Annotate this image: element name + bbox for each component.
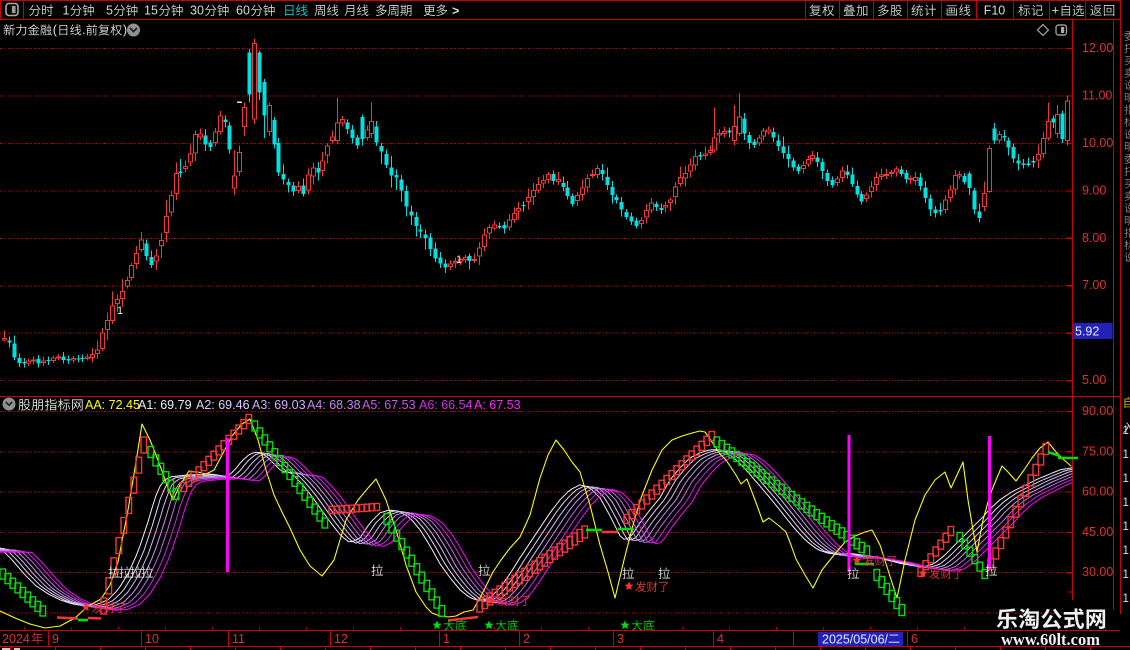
svg-text:A3: 69.03: A3: 69.03 [252, 398, 306, 412]
svg-text:1: 1 [443, 632, 450, 646]
svg-text:1: 1 [1123, 425, 1129, 437]
svg-text:8.00: 8.00 [1082, 231, 1106, 245]
svg-text:AA: 72.45: AA: 72.45 [85, 398, 140, 412]
svg-text:12: 12 [334, 632, 348, 646]
svg-text:.: . [82, 23, 85, 37]
svg-text:1: 1 [456, 254, 462, 266]
svg-text:A4: 68.38: A4: 68.38 [307, 398, 361, 412]
svg-text:12.00: 12.00 [1082, 41, 1113, 55]
svg-text:9.00: 9.00 [1082, 183, 1106, 197]
svg-text:A1: 69.79: A1: 69.79 [138, 398, 192, 412]
svg-text:5: 5 [106, 4, 113, 18]
svg-text:1: 1 [1123, 545, 1129, 557]
svg-text:15: 15 [144, 4, 158, 18]
svg-text:F10: F10 [984, 4, 1006, 18]
svg-text:60: 60 [236, 4, 250, 18]
svg-text:10.00: 10.00 [1082, 136, 1113, 150]
svg-text:90.00: 90.00 [1082, 404, 1113, 418]
svg-text:5.00: 5.00 [1082, 373, 1106, 387]
svg-text:30: 30 [190, 4, 204, 18]
svg-text:9: 9 [52, 632, 59, 646]
svg-text:6: 6 [911, 632, 918, 646]
svg-text:A2: 69.46: A2: 69.46 [196, 398, 250, 412]
svg-text:1: 1 [1123, 593, 1129, 605]
svg-text:1: 1 [1123, 497, 1129, 509]
svg-text:5.92: 5.92 [1075, 325, 1099, 339]
svg-text:1: 1 [117, 305, 123, 317]
svg-text:30.00: 30.00 [1082, 565, 1113, 579]
svg-text:1: 1 [1123, 569, 1129, 581]
svg-text:11: 11 [232, 632, 245, 646]
svg-text:A: 67.53: A: 67.53 [474, 398, 521, 412]
svg-text:2: 2 [523, 632, 530, 646]
svg-text:A5: 67.53: A5: 67.53 [362, 398, 416, 412]
svg-text:2025/05/06/: 2025/05/06/ [822, 633, 889, 647]
svg-text:45.00: 45.00 [1082, 525, 1113, 539]
svg-text:www.60lt.com: www.60lt.com [1001, 630, 1100, 649]
svg-text:>: > [452, 4, 459, 18]
svg-text:4: 4 [717, 632, 724, 646]
svg-text:10: 10 [145, 632, 159, 646]
svg-text:+: + [1052, 3, 1060, 18]
svg-text:1: 1 [63, 4, 70, 18]
svg-text:2024: 2024 [2, 632, 30, 646]
svg-text:1: 1 [1123, 449, 1129, 461]
svg-text:75.00: 75.00 [1082, 444, 1113, 458]
svg-text:3: 3 [617, 632, 624, 646]
svg-text:A6: 66.54: A6: 66.54 [419, 398, 473, 412]
svg-text:60.00: 60.00 [1082, 485, 1113, 499]
svg-text:7.00: 7.00 [1082, 278, 1106, 292]
svg-text:): ) [123, 23, 127, 37]
svg-text:1: 1 [1123, 473, 1129, 485]
svg-text:11.00: 11.00 [1082, 89, 1112, 103]
svg-text:1: 1 [1123, 521, 1129, 533]
